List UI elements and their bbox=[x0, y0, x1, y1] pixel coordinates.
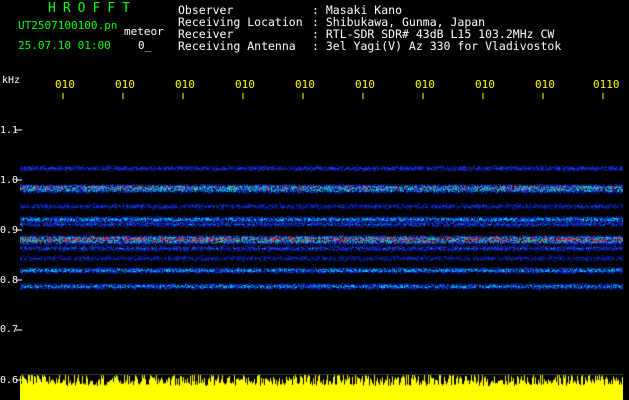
app-title: HROFFT bbox=[48, 1, 137, 16]
x-tick-label: 0110 bbox=[593, 78, 620, 91]
antenna-value: : 3el Yagi(V) Az 330 for Vladivostok bbox=[312, 39, 562, 53]
x-tick-label: 010 bbox=[55, 78, 75, 91]
x-tick-label: 010 bbox=[175, 78, 195, 91]
x-tick-label: 010 bbox=[475, 78, 495, 91]
y-tick-label: 0.9 bbox=[0, 225, 19, 236]
x-tick-label: 010 bbox=[295, 78, 315, 91]
meteor-label: meteor bbox=[124, 25, 164, 38]
x-tick-label: 010 bbox=[535, 78, 555, 91]
y-tick-label: 1.1 bbox=[0, 125, 19, 136]
x-tick-label: 010 bbox=[415, 78, 435, 91]
date-time: 25.07.10 01:00 bbox=[18, 39, 111, 52]
x-tick-label: 010 bbox=[235, 78, 255, 91]
x-tick-label: 010 bbox=[115, 78, 135, 91]
x-tick-label: 010 bbox=[355, 78, 375, 91]
y-tick-label: 0.7 bbox=[0, 324, 19, 335]
spectrogram bbox=[20, 98, 623, 400]
file-name: UT2507100100.pn bbox=[18, 19, 118, 32]
y-tick-label: 1.0 bbox=[0, 175, 19, 186]
y-axis-unit: kHz bbox=[2, 75, 21, 86]
y-tick-label: 0.6 bbox=[0, 375, 19, 386]
meteor-count: 0_ bbox=[138, 39, 152, 52]
y-tick-label: 0.8 bbox=[0, 275, 19, 286]
antenna-label: Receiving Antenna bbox=[178, 39, 296, 53]
